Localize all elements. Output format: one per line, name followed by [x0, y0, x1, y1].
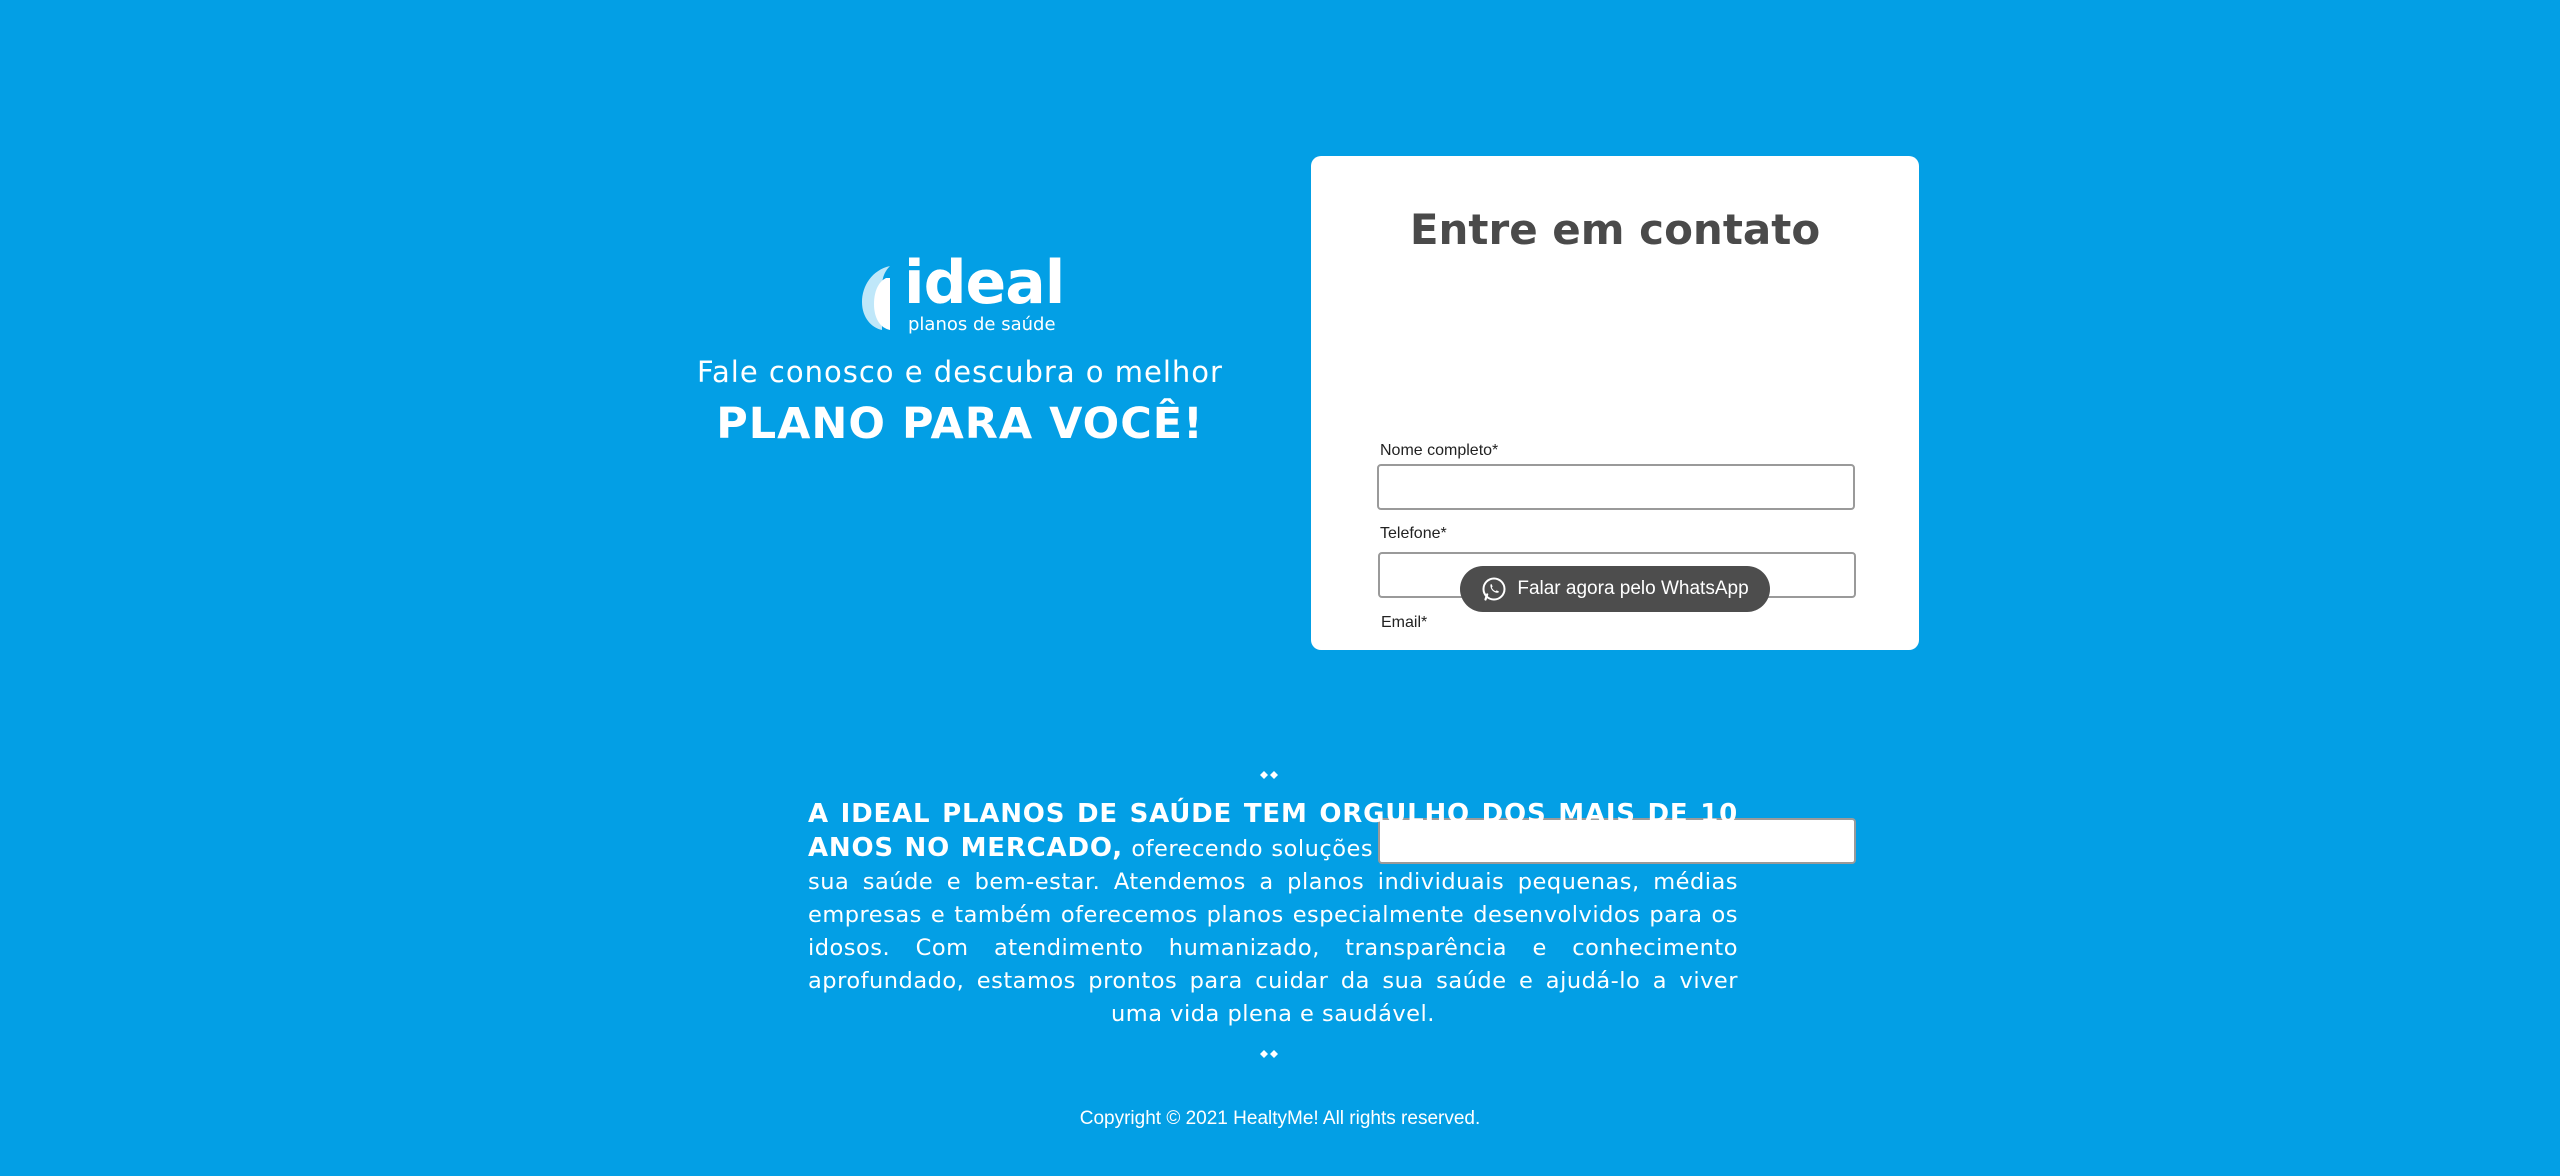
contact-form-title: Entre em contato: [1409, 205, 1821, 254]
hero-section: ideal planos de saúde Fale conosco e des…: [660, 248, 1260, 452]
phone-label: Telefone*: [1380, 525, 1447, 542]
brand-logo[interactable]: ideal planos de saúde: [860, 248, 1065, 340]
about-body: oferecendo soluções personalizadas para …: [808, 836, 1738, 1027]
about-text: A IDEAL PLANOS DE SAÚDE TEM ORGULHO DOS …: [808, 798, 1738, 1031]
hero-title: PLANO PARA VOCÊ!: [716, 399, 1204, 449]
bottom-diamond-divider-icon: [1260, 1050, 1278, 1058]
top-diamond-divider-icon: [1260, 771, 1278, 779]
copyright-text: Copyright © 2021 HealtyMe! All rights re…: [1079, 1108, 1481, 1129]
brand-name: ideal: [904, 248, 1065, 318]
full-name-input[interactable]: [1377, 464, 1855, 510]
whatsapp-button[interactable]: Falar agora pelo WhatsApp: [1460, 566, 1770, 612]
whatsapp-icon: [1482, 577, 1506, 601]
hero-subtitle: Fale conosco e descubra o melhor: [697, 355, 1223, 389]
email-label: Email*: [1381, 614, 1428, 631]
contact-form: Entre em contato Nome completo* Telefone…: [1311, 156, 1919, 864]
ideal-logo-mark-icon: [862, 266, 890, 330]
brand-tagline: planos de saúde: [908, 314, 1056, 335]
full-name-label: Nome completo*: [1380, 442, 1499, 459]
whatsapp-button-label: Falar agora pelo WhatsApp: [1517, 578, 1749, 599]
